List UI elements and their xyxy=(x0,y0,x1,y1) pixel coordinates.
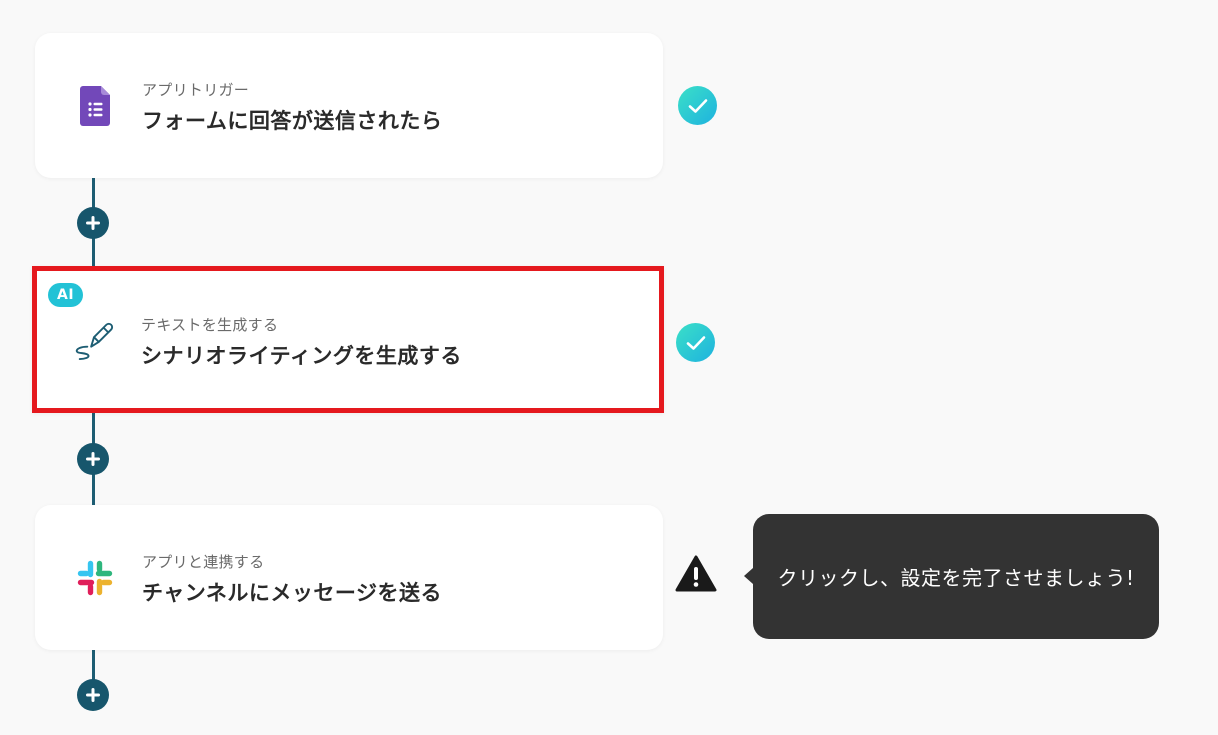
tooltip-text: クリックし、設定を完了させましょう! xyxy=(777,566,1135,590)
google-forms-icon xyxy=(75,84,115,128)
pen-icon xyxy=(74,318,114,362)
check-icon xyxy=(676,323,715,362)
add-step-button[interactable] xyxy=(77,207,109,239)
plus-icon xyxy=(86,688,100,702)
ai-badge: AI xyxy=(48,283,84,307)
plus-icon xyxy=(86,216,100,230)
step-title: フォームに回答が送信されたら xyxy=(142,109,443,133)
step-subtitle: アプリと連携する xyxy=(142,553,265,571)
step-title: チャンネルにメッセージを送る xyxy=(142,581,442,605)
step-card-ai-text[interactable]: AI テキストを生成する シナリオライティングを生成する xyxy=(32,266,664,413)
setup-tooltip: クリックし、設定を完了させましょう! xyxy=(744,514,1159,639)
slack-icon xyxy=(75,556,115,600)
step-subtitle: テキストを生成する xyxy=(141,316,279,334)
step-subtitle: アプリトリガー xyxy=(142,81,250,99)
flow-canvas: アプリトリガー フォームに回答が送信されたら AI テキストを生成する シナリオ… xyxy=(0,0,1218,735)
step-card-slack[interactable]: アプリと連携する チャンネルにメッセージを送る xyxy=(35,505,663,650)
check-icon xyxy=(678,86,717,125)
add-step-button[interactable] xyxy=(77,443,109,475)
step-title: シナリオライティングを生成する xyxy=(141,344,462,368)
warning-icon xyxy=(675,554,717,594)
plus-icon xyxy=(86,452,100,466)
add-step-button[interactable] xyxy=(77,679,109,711)
step-card-trigger[interactable]: アプリトリガー フォームに回答が送信されたら xyxy=(35,33,663,178)
